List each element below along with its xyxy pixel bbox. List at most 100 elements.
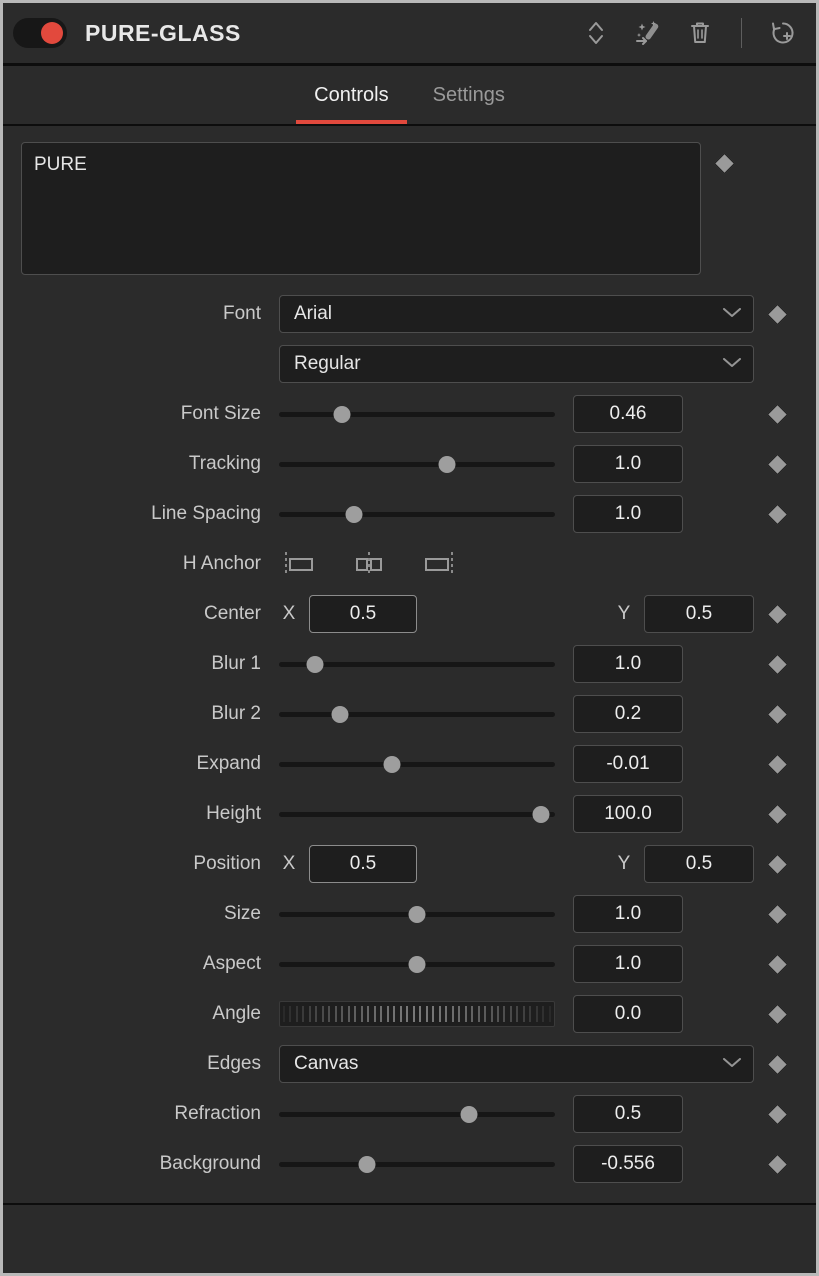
aspect-value[interactable]: 1.0 <box>573 945 683 983</box>
position-x-field[interactable]: 0.5 <box>309 845 417 883</box>
slider-knob[interactable] <box>331 706 348 723</box>
keyframe-line-spacing[interactable] <box>754 507 800 522</box>
blur1-slider[interactable] <box>279 645 555 683</box>
keyframe-height[interactable] <box>754 807 800 822</box>
tab-settings-label: Settings <box>433 84 505 107</box>
angle-control: 0.0 <box>279 995 754 1033</box>
keyframe-tracking[interactable] <box>754 457 800 472</box>
slider-knob[interactable] <box>359 1156 376 1173</box>
thumbwheel-tick <box>478 1006 480 1022</box>
keyframe-diamond-icon <box>766 803 787 824</box>
trash-icon[interactable] <box>685 17 715 49</box>
thumbwheel-tick <box>315 1006 317 1022</box>
thumbwheel-tick <box>413 1006 415 1022</box>
font-size-value[interactable]: 0.46 <box>573 395 683 433</box>
thumbwheel-tick <box>432 1006 434 1022</box>
slider-knob[interactable] <box>533 806 550 823</box>
tracking-slider[interactable] <box>279 445 555 483</box>
size-slider[interactable] <box>279 895 555 933</box>
reset-add-icon[interactable] <box>768 17 798 49</box>
row-font-style: Regular <box>3 339 816 389</box>
thumbwheel-tick <box>380 1006 382 1022</box>
keyframe-position[interactable] <box>754 857 800 872</box>
line-spacing-slider[interactable] <box>279 495 555 533</box>
background-value[interactable]: -0.556 <box>573 1145 683 1183</box>
keyframe-diamond-icon <box>766 603 787 624</box>
thumbwheel-tick <box>529 1006 531 1022</box>
slider-knob[interactable] <box>384 756 401 773</box>
thumbwheel-tick <box>322 1006 324 1022</box>
keyframe-expand[interactable] <box>754 757 800 772</box>
blur2-slider[interactable] <box>279 695 555 733</box>
label-background: Background <box>3 1153 279 1175</box>
align-left-icon[interactable] <box>283 550 317 578</box>
center-x-field[interactable]: 0.5 <box>309 595 417 633</box>
aspect-slider[interactable] <box>279 945 555 983</box>
bottom-empty-area <box>3 1205 816 1273</box>
align-right-icon[interactable] <box>421 550 455 578</box>
tab-controls-label: Controls <box>314 84 388 107</box>
expand-value[interactable]: -0.01 <box>573 745 683 783</box>
center-y-field[interactable]: 0.5 <box>644 595 754 633</box>
row-aspect: Aspect 1.0 <box>3 939 816 989</box>
keyframe-size[interactable] <box>754 907 800 922</box>
slider-knob[interactable] <box>439 456 456 473</box>
center-y-axis-label: Y <box>614 603 634 625</box>
tracking-value[interactable]: 1.0 <box>573 445 683 483</box>
slider-knob[interactable] <box>345 506 362 523</box>
blur2-value[interactable]: 0.2 <box>573 695 683 733</box>
effect-enable-toggle[interactable] <box>13 18 67 48</box>
keyframe-edges[interactable] <box>754 1057 800 1072</box>
slider-knob[interactable] <box>409 956 426 973</box>
magic-wand-icon[interactable] <box>633 17 663 49</box>
tracking-control: 1.0 <box>279 445 754 483</box>
keyframe-font[interactable] <box>754 307 800 322</box>
keyframe-font-size[interactable] <box>754 407 800 422</box>
keyframe-blur2[interactable] <box>754 707 800 722</box>
size-value[interactable]: 1.0 <box>573 895 683 933</box>
slider-knob[interactable] <box>461 1106 478 1123</box>
keyframe-aspect[interactable] <box>754 957 800 972</box>
edges-dropdown[interactable]: Canvas <box>279 1045 754 1083</box>
keyframe-angle[interactable] <box>754 1007 800 1022</box>
thumbwheel-tick <box>419 1006 421 1022</box>
position-y-field[interactable]: 0.5 <box>644 845 754 883</box>
slider-knob[interactable] <box>306 656 323 673</box>
keyframe-text[interactable] <box>701 156 747 171</box>
position-y-axis-label: Y <box>614 853 634 875</box>
blur1-value[interactable]: 1.0 <box>573 645 683 683</box>
expand-slider[interactable] <box>279 745 555 783</box>
edges-dropdown-value: Canvas <box>294 1053 721 1075</box>
text-input[interactable]: PURE <box>21 142 701 275</box>
page-title: PURE-GLASS <box>85 20 241 47</box>
keyframe-blur1[interactable] <box>754 657 800 672</box>
keyframe-background[interactable] <box>754 1157 800 1172</box>
center-x-axis-label: X <box>279 603 299 625</box>
angle-thumbwheel[interactable] <box>279 1001 555 1027</box>
thumbwheel-tick <box>484 1006 486 1022</box>
keyframe-diamond-icon <box>766 1153 787 1174</box>
keyframe-diamond-icon <box>766 853 787 874</box>
background-slider[interactable] <box>279 1145 555 1183</box>
reorder-updown-icon[interactable] <box>581 17 611 49</box>
height-control: 100.0 <box>279 795 754 833</box>
font-style-dropdown[interactable]: Regular <box>279 345 754 383</box>
align-center-icon[interactable] <box>352 550 386 578</box>
font-dropdown[interactable]: Arial <box>279 295 754 333</box>
thumbwheel-tick <box>458 1006 460 1022</box>
angle-value[interactable]: 0.0 <box>573 995 683 1033</box>
refraction-value[interactable]: 0.5 <box>573 1095 683 1133</box>
label-center: Center <box>3 603 279 625</box>
height-value[interactable]: 100.0 <box>573 795 683 833</box>
line-spacing-value[interactable]: 1.0 <box>573 495 683 533</box>
height-slider[interactable] <box>279 795 555 833</box>
tab-controls[interactable]: Controls <box>296 66 406 124</box>
keyframe-refraction[interactable] <box>754 1107 800 1122</box>
keyframe-center[interactable] <box>754 607 800 622</box>
font-size-slider[interactable] <box>279 395 555 433</box>
row-background: Background -0.556 <box>3 1139 816 1189</box>
slider-knob[interactable] <box>409 906 426 923</box>
refraction-slider[interactable] <box>279 1095 555 1133</box>
slider-knob[interactable] <box>334 406 351 423</box>
tab-settings[interactable]: Settings <box>415 66 523 124</box>
